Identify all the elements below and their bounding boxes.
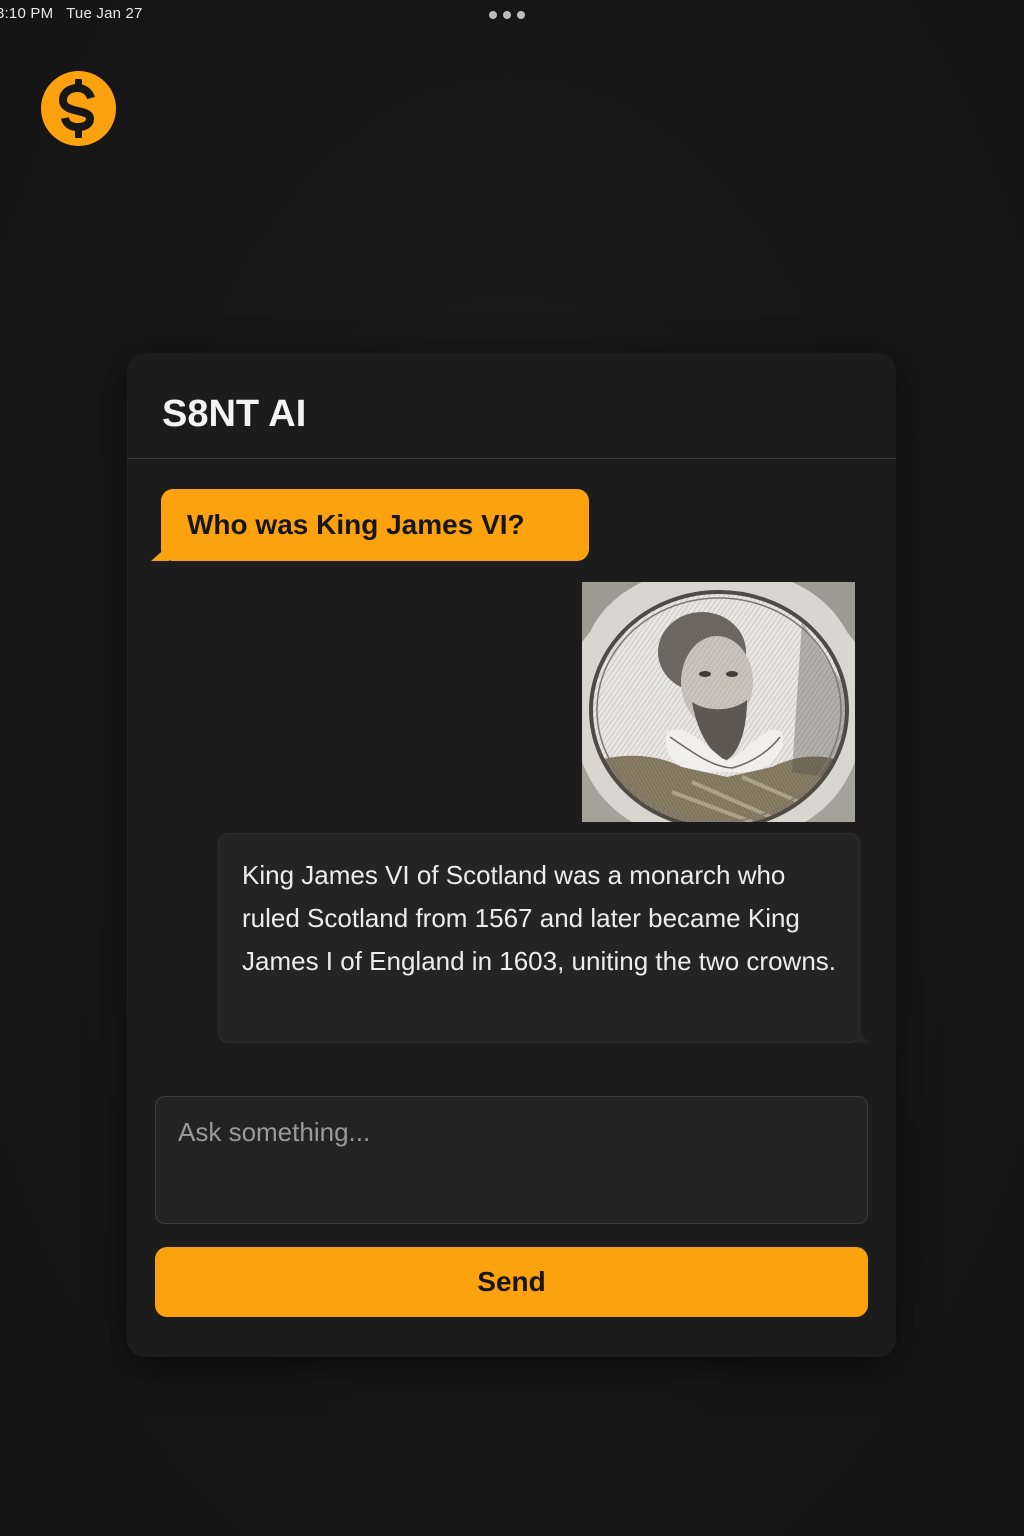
- ellipsis-icon[interactable]: [489, 11, 525, 19]
- chat-header: S8NT AI: [127, 353, 896, 459]
- assistant-message-text: King James VI of Scotland was a monarch …: [242, 860, 837, 976]
- assistant-message-bubble: King James VI of Scotland was a monarch …: [218, 833, 870, 1043]
- ask-input[interactable]: [155, 1096, 868, 1224]
- status-bar-time: 3:10 PM Tue Jan 27: [0, 5, 143, 22]
- chat-title: S8NT AI: [162, 393, 307, 435]
- chat-card: S8NT AI Who was King James VI? King Jame…: [127, 353, 896, 1357]
- status-date: Tue Jan 27: [66, 5, 143, 22]
- app-screen: 3:10 PM Tue Jan 27 S8NT AI Who was King …: [0, 0, 1024, 1536]
- portrait-engraving-image: [582, 582, 855, 822]
- dollar-s-logo-icon: [41, 71, 116, 146]
- user-message-text: Who was King James VI?: [187, 509, 525, 540]
- send-button[interactable]: Send: [155, 1247, 868, 1317]
- user-message-bubble: Who was King James VI?: [151, 489, 589, 561]
- status-time: 3:10 PM: [0, 5, 54, 22]
